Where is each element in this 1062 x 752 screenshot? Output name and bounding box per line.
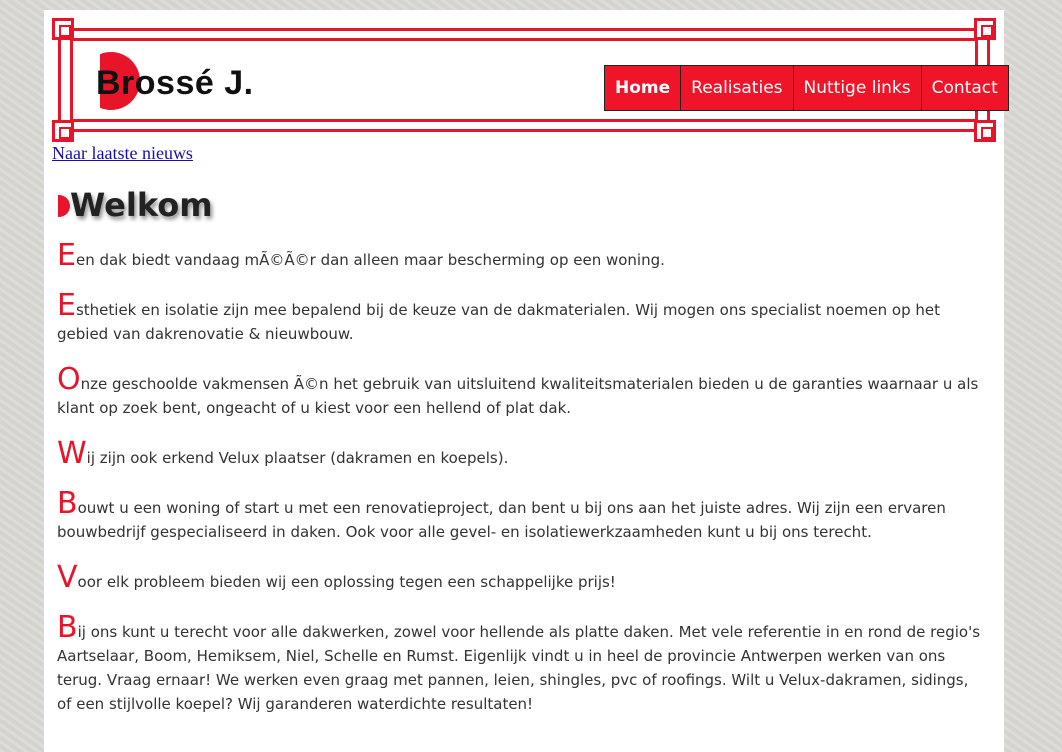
welcome-content: Een dak biedt vandaag mÃ©Ã©r dan alleen …: [57, 241, 987, 738]
intro-paragraph: Een dak biedt vandaag mÃ©Ã©r dan alleen …: [57, 241, 987, 272]
welcome-heading: Welkom: [58, 186, 358, 226]
main-nav: Home Realisaties Nuttige links Contact: [604, 65, 1009, 111]
nav-item-contact[interactable]: Contact: [922, 66, 1008, 110]
nav-item-home[interactable]: Home: [605, 66, 682, 110]
frame-corner-ornament: [974, 18, 996, 40]
intro-paragraph: Voor elk probleem bieden wij een oplossi…: [57, 563, 987, 594]
heading-bullet-icon: [58, 195, 70, 217]
drop-initial: E: [57, 288, 76, 323]
site-header: Brossé J. Home Realisaties Nuttige links…: [52, 18, 1009, 142]
paragraph-text: oor elk probleem bieden wij een oplossin…: [77, 573, 616, 591]
drop-initial: V: [57, 560, 78, 595]
frame-corner-ornament: [974, 120, 996, 142]
drop-initial: W: [57, 436, 87, 471]
intro-paragraph: Onze geschoolde vakmensen Ã©n het gebrui…: [57, 365, 987, 420]
paragraph-text: ij zijn ook erkend Velux plaatser (dakra…: [86, 449, 509, 467]
intro-paragraph: Bij ons kunt u terecht voor alle dakwerk…: [57, 613, 987, 716]
frame-corner-ornament: [52, 120, 74, 142]
logo-text: Brossé J.: [96, 64, 254, 102]
paragraph-text: ij ons kunt u terecht voor alle dakwerke…: [57, 623, 981, 713]
site-logo[interactable]: Brossé J.: [82, 50, 282, 114]
drop-initial: B: [57, 486, 78, 521]
intro-paragraph: Wij zijn ook erkend Velux plaatser (dakr…: [57, 439, 987, 470]
nav-item-realisaties[interactable]: Realisaties: [681, 66, 794, 110]
intro-paragraph: Esthetiek en isolatie zijn mee bepalend …: [57, 291, 987, 346]
frame-corner-ornament: [52, 18, 74, 40]
paragraph-text: sthetiek en isolatie zijn mee bepalend b…: [57, 301, 940, 343]
drop-initial: O: [57, 362, 81, 397]
drop-initial: E: [57, 238, 76, 273]
paragraph-text: en dak biedt vandaag mÃ©Ã©r dan alleen m…: [75, 251, 665, 269]
page-container: Brossé J. Home Realisaties Nuttige links…: [44, 10, 1009, 752]
intro-paragraph: Bouwt u een woning of start u met een re…: [57, 489, 987, 544]
paragraph-text: ouwt u een woning of start u met een ren…: [57, 499, 946, 541]
page-title: Welkom: [70, 186, 213, 224]
latest-news-link[interactable]: Naar laatste nieuws: [52, 143, 193, 164]
nav-item-nuttige-links[interactable]: Nuttige links: [794, 66, 922, 110]
paragraph-text: nze geschoolde vakmensen Ã©n het gebruik…: [57, 375, 979, 417]
drop-initial: B: [57, 610, 78, 645]
